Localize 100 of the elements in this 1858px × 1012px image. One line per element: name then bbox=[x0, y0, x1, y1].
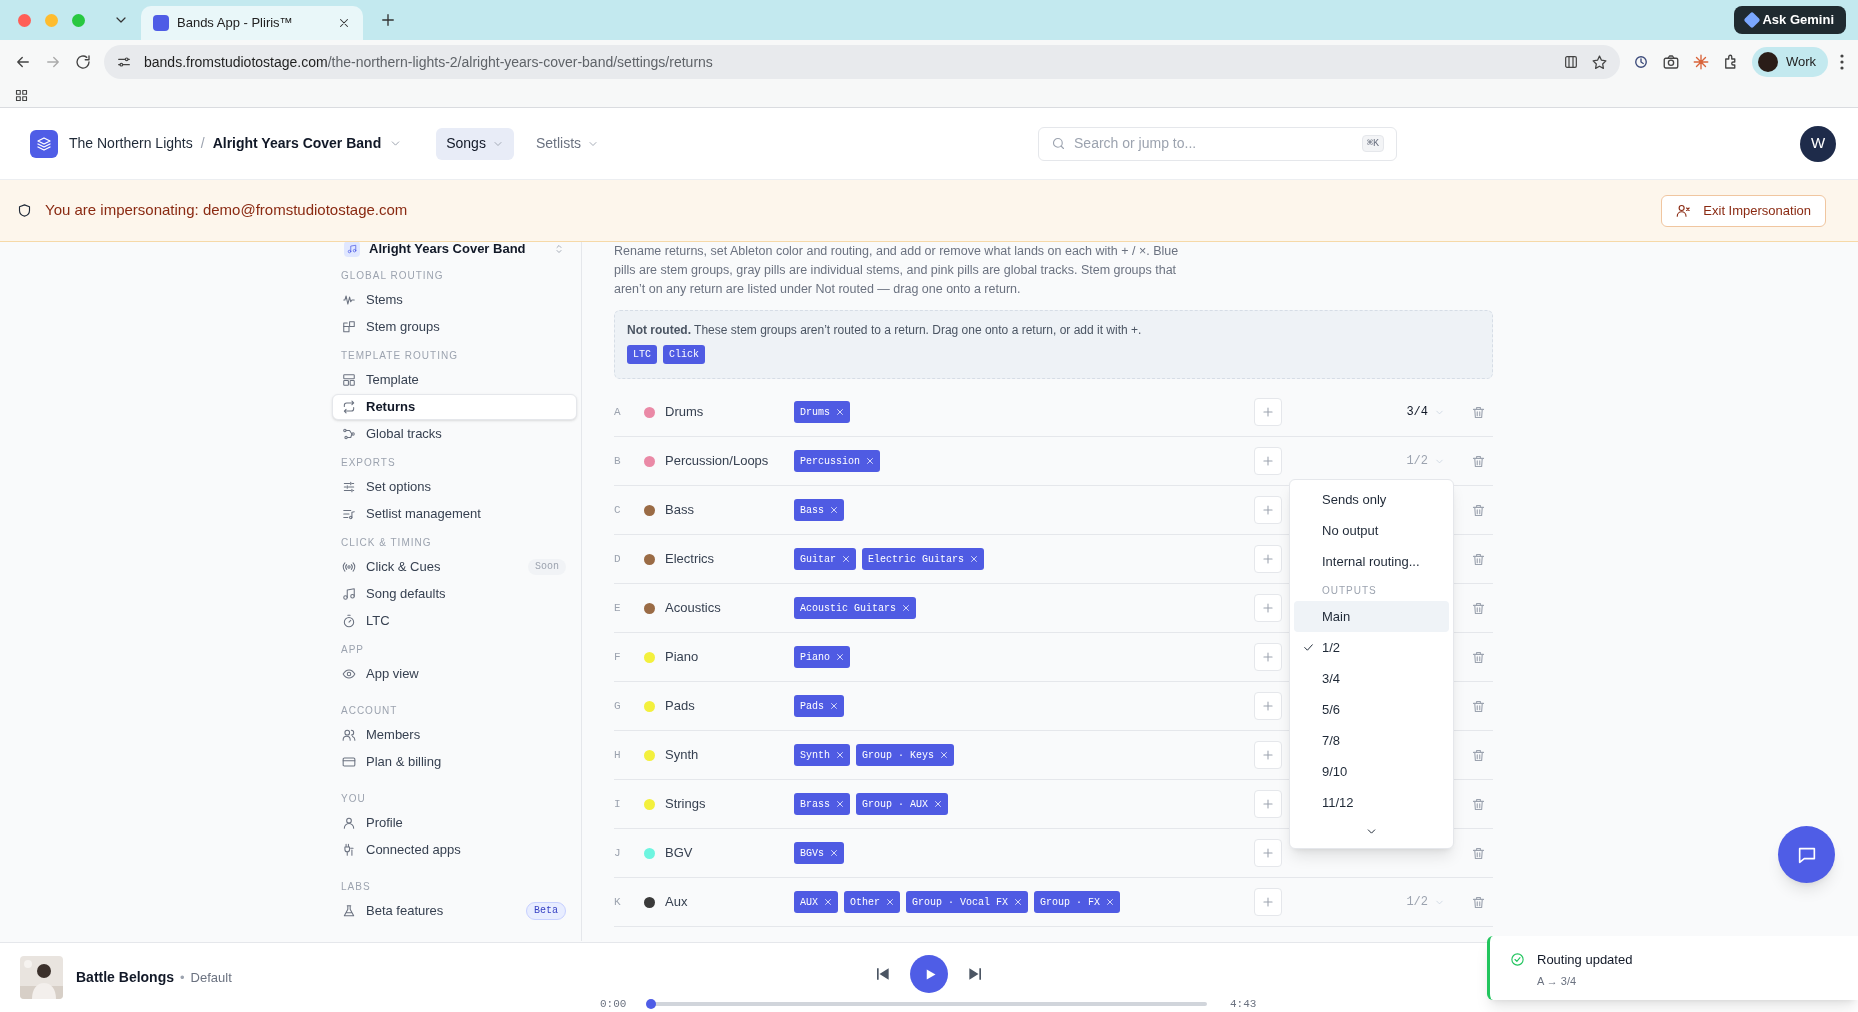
return-name[interactable]: Percussion/Loops bbox=[655, 451, 794, 471]
menu-option[interactable]: Internal routing... bbox=[1294, 546, 1449, 577]
remove-icon bbox=[835, 652, 845, 662]
menu-option[interactable]: Main bbox=[1294, 601, 1449, 632]
status-badge: Beta bbox=[526, 902, 566, 920]
profile-button[interactable]: Work bbox=[1751, 47, 1828, 77]
band-link[interactable]: Alright Years Cover Band bbox=[212, 133, 382, 154]
return-letter: H bbox=[614, 747, 622, 763]
stem-group-pill[interactable]: Group · Vocal FX bbox=[906, 891, 1029, 913]
sidebar-item[interactable]: Click & Cues Soon bbox=[332, 554, 577, 580]
add-button[interactable] bbox=[1254, 692, 1282, 720]
menu-option[interactable]: 1/2 bbox=[1294, 632, 1449, 663]
sidebar-item[interactable]: Setlist management bbox=[332, 501, 577, 527]
sidebar-item[interactable]: Template bbox=[332, 367, 577, 393]
menu-option[interactable]: Sends only bbox=[1294, 484, 1449, 515]
progress-thumb[interactable] bbox=[646, 999, 656, 1010]
add-button[interactable] bbox=[1254, 447, 1282, 475]
separator-dot: • bbox=[180, 968, 185, 987]
menu-option[interactable]: 9/10 bbox=[1294, 756, 1449, 787]
list-music-icon bbox=[342, 507, 356, 521]
sidebar-item[interactable]: Returns bbox=[332, 394, 577, 420]
return-name[interactable]: Strings bbox=[655, 794, 794, 814]
return-name[interactable]: Synth bbox=[655, 745, 794, 765]
return-name[interactable]: Aux bbox=[655, 892, 794, 912]
stem-group-pill[interactable]: Group · AUX bbox=[856, 793, 949, 815]
stem-group-pill[interactable]: Bass bbox=[794, 499, 844, 521]
more-icon[interactable] bbox=[1840, 54, 1844, 70]
add-button[interactable] bbox=[1254, 839, 1282, 867]
stem-group-pill[interactable]: Drums bbox=[794, 401, 850, 423]
return-name[interactable]: Piano bbox=[655, 647, 794, 667]
stem-group-pill[interactable]: Electric Guitars bbox=[862, 548, 985, 570]
return-name[interactable]: Pads bbox=[655, 696, 794, 716]
menu-option[interactable]: No output bbox=[1294, 515, 1449, 546]
stem-group-pill[interactable]: BGVs bbox=[794, 842, 844, 864]
sidebar-item[interactable]: Members bbox=[332, 722, 577, 748]
output-select[interactable]: 3/4 bbox=[1406, 403, 1445, 421]
stem-group-pill[interactable]: LTC bbox=[627, 345, 657, 364]
app-favicon bbox=[153, 15, 169, 31]
sidebar-item[interactable]: Stem groups bbox=[332, 314, 577, 340]
sidebar-item[interactable]: App view bbox=[332, 661, 577, 687]
app-logo[interactable] bbox=[30, 129, 58, 158]
add-button[interactable] bbox=[1254, 398, 1282, 426]
sidebar-item[interactable]: LTC bbox=[332, 608, 577, 634]
section-heading: EXPORTS bbox=[340, 456, 397, 470]
return-name[interactable]: Bass bbox=[655, 500, 794, 520]
add-button[interactable] bbox=[1254, 888, 1282, 916]
trash-icon bbox=[1470, 453, 1486, 469]
nav-tab[interactable]: Setlists bbox=[525, 127, 610, 160]
stem-group-pill[interactable]: Group · FX bbox=[1034, 891, 1121, 913]
address-bar[interactable]: bands.fromstudiotostage.com/the-northern-lights-2/alright-years-cover-band/settings/returns bbox=[104, 45, 1620, 79]
stem-group-pill[interactable]: Click bbox=[663, 345, 706, 364]
return-name[interactable]: BGV bbox=[655, 843, 794, 863]
gemini-button[interactable]: Ask Gemini bbox=[1734, 6, 1846, 34]
minimize-window-button[interactable] bbox=[45, 13, 58, 27]
add-button[interactable] bbox=[1254, 643, 1282, 671]
stem-group-pill[interactable]: Other bbox=[844, 891, 901, 913]
chat-button[interactable] bbox=[1778, 826, 1835, 883]
maximize-window-button[interactable] bbox=[72, 13, 85, 27]
return-name[interactable]: Drums bbox=[655, 402, 794, 422]
stem-group-pill[interactable]: Pads bbox=[794, 695, 844, 717]
squares-icon bbox=[342, 320, 356, 334]
nav-tab[interactable]: Songs bbox=[436, 127, 514, 160]
sidebar-item[interactable]: Set options bbox=[332, 474, 577, 500]
toast-detail: A → 3/4 bbox=[1537, 973, 1578, 989]
menu-option[interactable]: 7/8 bbox=[1294, 725, 1449, 756]
stem-group-pill[interactable]: AUX bbox=[794, 891, 838, 913]
workspace-link[interactable]: The Northern Lights bbox=[69, 133, 193, 154]
user-avatar[interactable]: W bbox=[1800, 125, 1836, 162]
add-button[interactable] bbox=[1254, 496, 1282, 524]
sidebar-item[interactable]: Plan & billing bbox=[332, 749, 577, 775]
menu-option[interactable]: 3/4 bbox=[1294, 663, 1449, 694]
stem-group-pill[interactable]: Piano bbox=[794, 646, 850, 668]
stem-group-pill[interactable]: Guitar bbox=[794, 548, 856, 570]
exit-impersonation-button[interactable]: Exit Impersonation bbox=[1661, 194, 1826, 227]
sidebar-item[interactable]: Profile bbox=[332, 810, 577, 836]
add-button[interactable] bbox=[1254, 790, 1282, 818]
user-remove-icon bbox=[1676, 203, 1692, 218]
stem-group-pill[interactable]: Synth bbox=[794, 744, 850, 766]
add-button[interactable] bbox=[1254, 545, 1282, 573]
sidebar-item[interactable]: Beta features Beta bbox=[332, 898, 577, 924]
site-settings-icon bbox=[116, 54, 132, 70]
track-title[interactable]: Battle Belongs bbox=[76, 967, 174, 988]
return-name[interactable]: Acoustics bbox=[655, 598, 794, 618]
search-icon bbox=[1051, 136, 1067, 151]
sidebar-item[interactable]: Stems bbox=[332, 287, 577, 313]
menu-option[interactable]: 11/12 bbox=[1294, 787, 1449, 818]
search-field[interactable]: Search or jump to... ⌘K bbox=[1038, 126, 1398, 161]
sidebar-item[interactable]: Connected apps bbox=[332, 837, 577, 863]
menu-option[interactable]: 5/6 bbox=[1294, 694, 1449, 725]
add-button[interactable] bbox=[1254, 594, 1282, 622]
stem-group-pill[interactable]: Acoustic Guitars bbox=[794, 597, 916, 619]
sidebar-item[interactable]: Global tracks bbox=[332, 421, 577, 447]
close-window-button[interactable] bbox=[18, 13, 31, 27]
stem-group-pill[interactable]: Group · Keys bbox=[856, 744, 955, 766]
stem-group-pill[interactable]: Brass bbox=[794, 793, 850, 815]
sidebar-item[interactable]: Song defaults bbox=[332, 581, 577, 607]
browser-tab[interactable]: Bands App - Pliris™ bbox=[141, 6, 363, 40]
stem-group-pill[interactable]: Percussion bbox=[794, 450, 880, 472]
add-button[interactable] bbox=[1254, 741, 1282, 769]
return-name[interactable]: Electrics bbox=[655, 549, 794, 569]
